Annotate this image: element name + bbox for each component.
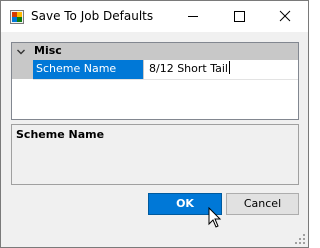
row-separator (33, 79, 298, 80)
column-divider[interactable] (143, 60, 144, 79)
resize-grip-icon[interactable] (294, 233, 306, 245)
close-icon (279, 10, 291, 22)
app-icon (10, 10, 24, 24)
dialog-window: Save To Job Defaults Misc Scheme Name 8/… (0, 0, 309, 248)
cancel-button[interactable]: Cancel (226, 193, 299, 215)
collapse-chevron-icon[interactable] (16, 47, 26, 57)
category-row-misc[interactable]: Misc (12, 43, 298, 60)
property-gutter (12, 60, 33, 79)
text-caret (228, 61, 230, 74)
maximize-button[interactable] (216, 1, 262, 32)
description-panel: Scheme Name (11, 124, 299, 185)
minimize-button[interactable] (170, 1, 216, 32)
category-label: Misc (34, 44, 62, 57)
property-value-text: 8/12 Short Tail (149, 62, 228, 75)
property-grid[interactable]: Misc Scheme Name 8/12 Short Tail (11, 42, 299, 120)
description-title: Scheme Name (16, 128, 105, 141)
minimize-icon (188, 16, 198, 17)
close-button[interactable] (262, 1, 308, 32)
maximize-icon (234, 11, 245, 22)
window-title: Save To Job Defaults (31, 9, 154, 23)
property-value-input[interactable]: 8/12 Short Tail (146, 60, 296, 79)
mouse-cursor-icon (208, 207, 222, 228)
property-name-scheme-name[interactable]: Scheme Name (33, 60, 143, 79)
title-bar[interactable]: Save To Job Defaults (1, 1, 308, 32)
